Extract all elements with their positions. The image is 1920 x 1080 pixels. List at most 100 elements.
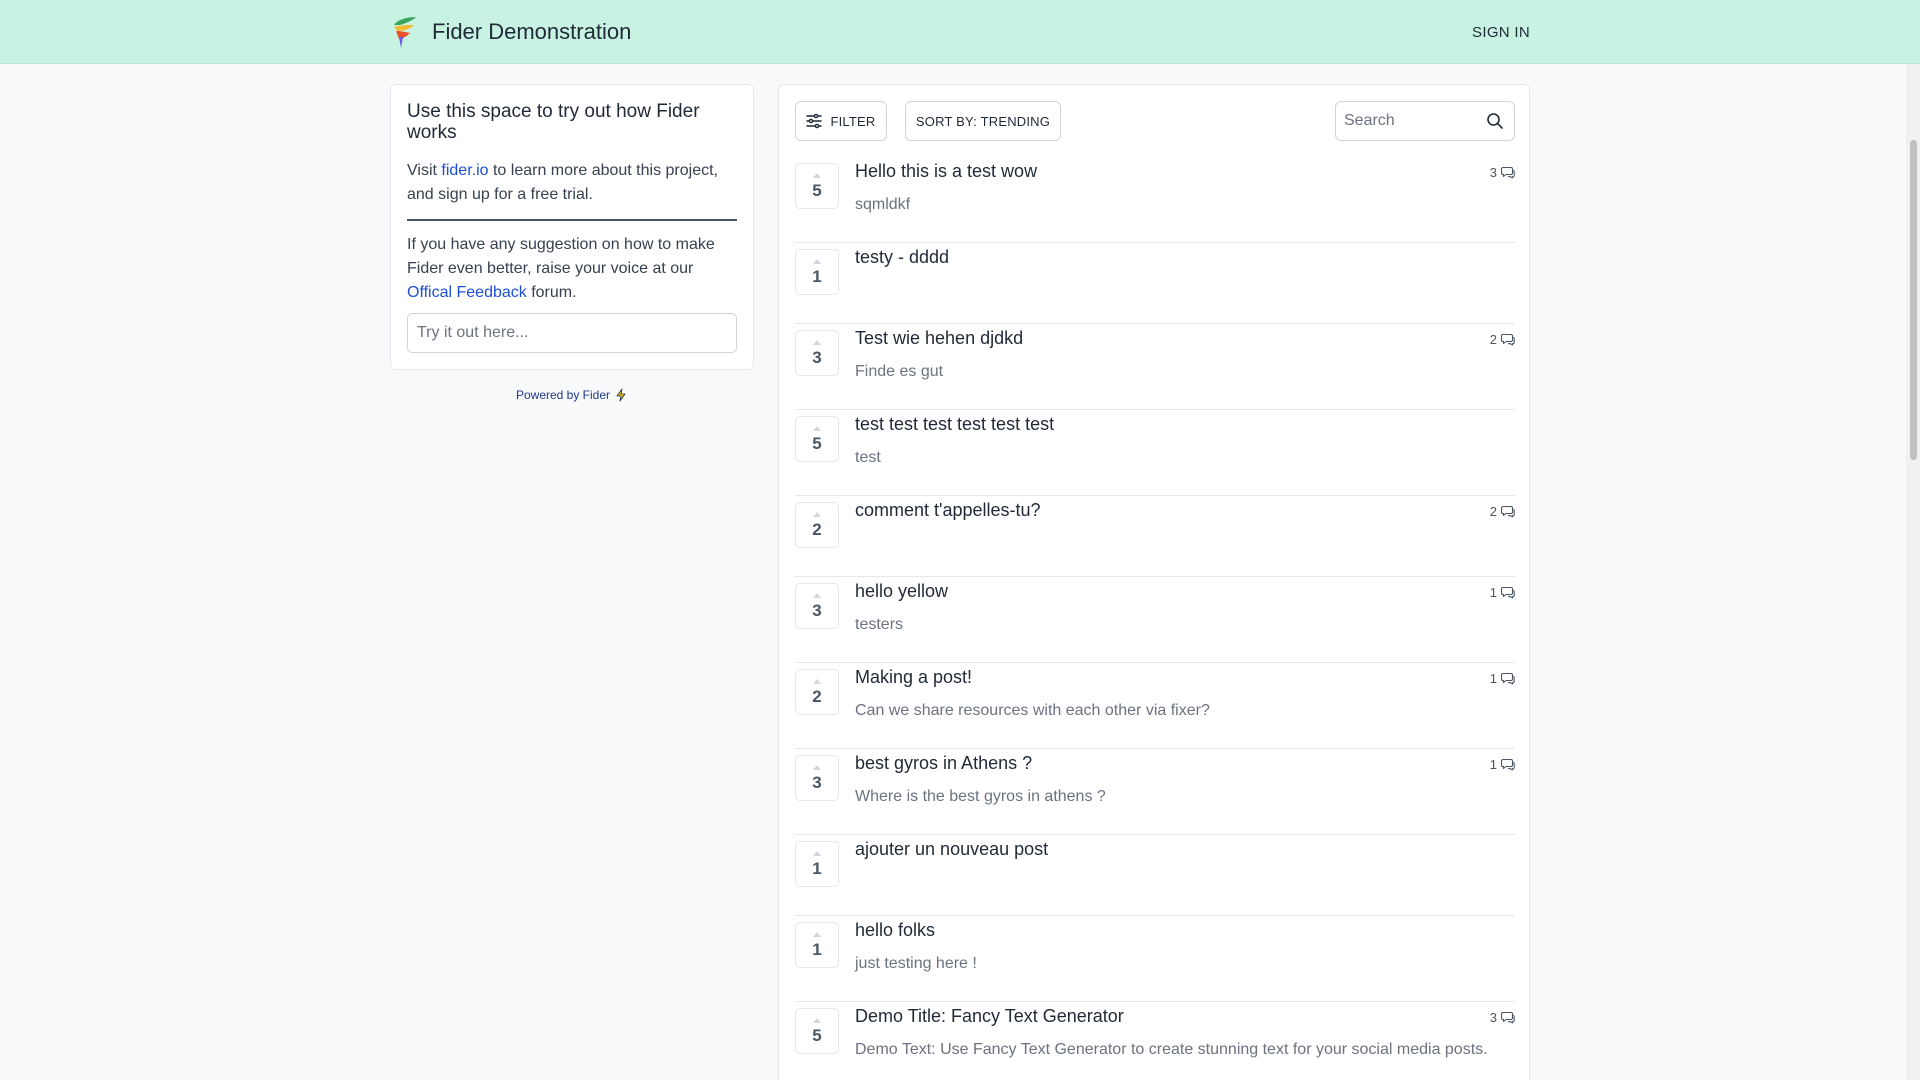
vote-button[interactable]: 5 (795, 163, 839, 209)
vote-count: 1 (812, 266, 822, 286)
post-title[interactable]: ajouter un nouveau post (855, 839, 1048, 860)
comment-icon (1501, 672, 1515, 685)
fider-io-link[interactable]: fider.io (441, 162, 488, 179)
vote-button[interactable]: 3 (795, 330, 839, 376)
post-comments[interactable]: 2 (1490, 332, 1515, 347)
post-description: Finde es gut (855, 363, 944, 380)
comment-icon (1501, 758, 1515, 771)
upvote-arrow-icon (813, 172, 821, 178)
upvote-arrow-icon (813, 511, 821, 517)
post-row[interactable]: 5 test test test test test test test (795, 410, 1515, 496)
search-box[interactable] (1335, 101, 1515, 141)
sidebar-divider (407, 219, 737, 221)
post-description: Where is the best gyros in athens ? (855, 788, 1106, 805)
post-row[interactable]: 3 best gyros in Athens ? Where is the be… (795, 749, 1515, 835)
search-icon[interactable] (1486, 112, 1504, 130)
post-title[interactable]: hello yellow (855, 581, 948, 602)
vote-button[interactable]: 5 (795, 416, 839, 462)
post-title[interactable]: testy - dddd (855, 247, 949, 268)
brand[interactable]: Fider Demonstration (390, 15, 631, 49)
vote-button[interactable]: 1 (795, 841, 839, 887)
post-comments[interactable]: 1 (1490, 671, 1515, 686)
vote-button[interactable]: 5 (795, 1008, 839, 1054)
sidebar-title: Use this space to try out how Fider work… (407, 101, 700, 143)
posts-toolbar: FILTER SORT BY: TRENDING (795, 101, 1515, 141)
sliders-icon (806, 113, 823, 129)
comment-count: 2 (1489, 332, 1497, 347)
post-row[interactable]: 5 Demo Title: Fancy Text Generator Demo … (795, 1002, 1515, 1080)
vote-button[interactable]: 2 (795, 669, 839, 715)
vote-count: 3 (812, 347, 822, 367)
post-comments[interactable]: 3 (1490, 1010, 1515, 1025)
sort-button[interactable]: SORT BY: TRENDING (905, 101, 1061, 141)
filter-button[interactable]: FILTER (795, 101, 887, 141)
post-title[interactable]: Test wie hehen djdkd (855, 328, 1023, 349)
upvote-arrow-icon (813, 931, 821, 937)
post-title[interactable]: comment t'appelles-tu? (855, 500, 1041, 521)
vote-count: 3 (812, 772, 822, 792)
post-row[interactable]: 5 Hello this is a test wow sqmldkf 3 (795, 157, 1515, 243)
search-input[interactable] (1336, 102, 1476, 140)
vote-count: 3 (812, 600, 822, 620)
comment-icon (1501, 1011, 1515, 1024)
upvote-arrow-icon (813, 258, 821, 264)
vote-button[interactable]: 3 (795, 583, 839, 629)
post-row[interactable]: 1 testy - dddd (795, 243, 1515, 324)
vote-count: 1 (812, 939, 822, 959)
post-title[interactable]: test test test test test test (855, 414, 1054, 435)
upvote-arrow-icon (813, 764, 821, 770)
sidebar-suggest-text: If you have any suggestion on how to mak… (407, 233, 737, 305)
vote-button[interactable]: 3 (795, 755, 839, 801)
post-comments[interactable]: 2 (1490, 504, 1515, 519)
fider-logo-icon (394, 17, 416, 48)
comment-count: 3 (1489, 165, 1497, 180)
vote-count: 5 (812, 180, 822, 200)
filter-label: FILTER (830, 113, 876, 129)
posts-panel: FILTER SORT BY: TRENDING 5 Hello this is… (778, 84, 1530, 1080)
post-row[interactable]: 2 comment t'appelles-tu? 2 (795, 496, 1515, 577)
post-row[interactable]: 3 Test wie hehen djdkd Finde es gut 2 (795, 324, 1515, 410)
comment-count: 3 (1489, 1010, 1497, 1025)
post-row[interactable]: 1 hello folks just testing here ! (795, 916, 1515, 1002)
vote-count: 5 (812, 1025, 822, 1045)
post-row[interactable]: 2 Making a post! Can we share resources … (795, 663, 1515, 749)
visit-prefix: Visit (407, 162, 442, 179)
post-comments[interactable]: 1 (1490, 757, 1515, 772)
site-title: Fider Demonstration (432, 19, 632, 44)
vote-button[interactable]: 1 (795, 922, 839, 968)
post-comments[interactable]: 3 (1490, 165, 1515, 180)
vote-button[interactable]: 2 (795, 502, 839, 548)
vote-count: 2 (812, 519, 822, 539)
sign-in-link[interactable]: SIGN IN (1472, 24, 1530, 41)
try-it-out-input[interactable] (407, 313, 737, 353)
post-row[interactable]: 1 ajouter un nouveau post (795, 835, 1515, 916)
vote-count: 1 (812, 858, 822, 878)
post-description: just testing here ! (855, 955, 977, 972)
header-inner: Fider Demonstration SIGN IN (390, 0, 1530, 64)
post-title[interactable]: hello folks (855, 920, 935, 941)
post-description: test (855, 449, 881, 466)
powered-by[interactable]: Powered by Fider (390, 388, 754, 402)
powered-by-label: Powered by Fider (515, 388, 611, 402)
vote-button[interactable]: 1 (795, 249, 839, 295)
scrollbar-thumb[interactable] (1910, 140, 1917, 460)
comment-icon (1501, 166, 1515, 179)
official-feedback-link[interactable]: Offical Feedback (407, 284, 527, 301)
upvote-arrow-icon (813, 425, 821, 431)
post-title[interactable]: Demo Title: Fancy Text Generator (855, 1006, 1124, 1027)
comment-icon (1501, 505, 1515, 518)
comment-icon (1501, 586, 1515, 599)
page-scrollbar[interactable] (1906, 64, 1920, 1080)
comment-count: 1 (1489, 757, 1497, 772)
post-title[interactable]: Making a post! (855, 667, 972, 688)
post-title[interactable]: Hello this is a test wow (855, 161, 1037, 182)
suggest-suffix: forum. (526, 284, 577, 301)
upvote-arrow-icon (813, 339, 821, 345)
post-title[interactable]: best gyros in Athens ? (855, 753, 1032, 774)
post-description: Demo Text: Use Fancy Text Generator to c… (855, 1041, 1488, 1058)
post-row[interactable]: 3 hello yellow testers 1 (795, 577, 1515, 663)
post-description: Can we share resources with each other v… (855, 702, 1210, 719)
top-header: Fider Demonstration SIGN IN (0, 0, 1920, 64)
comment-count: 1 (1489, 585, 1497, 600)
post-comments[interactable]: 1 (1490, 585, 1515, 600)
